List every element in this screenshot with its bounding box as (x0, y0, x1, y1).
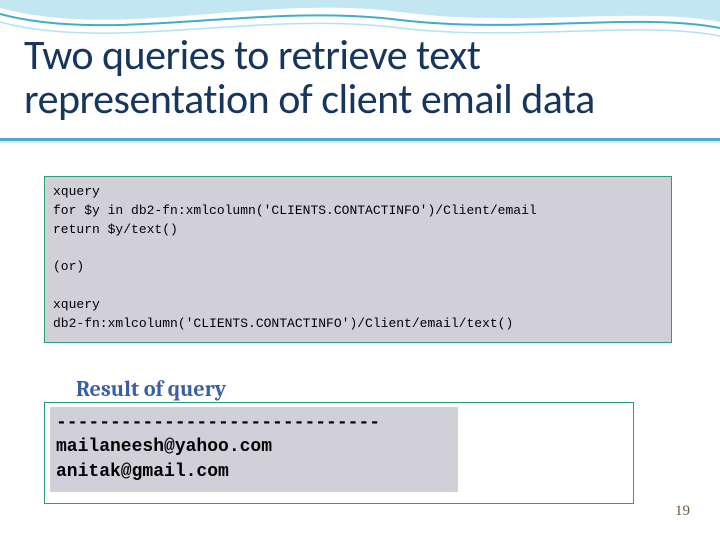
result-heading: Result of query (76, 376, 226, 402)
slide: Two queries to retrieve text representat… (0, 0, 720, 540)
title-underline (0, 138, 720, 141)
slide-title: Two queries to retrieve text representat… (24, 34, 696, 122)
result-row: anitak@gmail.com (56, 462, 229, 482)
result-divider: ------------------------------ (56, 413, 380, 433)
result-output: ------------------------------ mailanees… (50, 407, 458, 492)
result-row: mailaneesh@yahoo.com (56, 437, 272, 457)
query-code-block: xquery for $y in db2-fn:xmlcolumn('CLIEN… (44, 176, 672, 343)
page-number: 19 (675, 503, 690, 520)
